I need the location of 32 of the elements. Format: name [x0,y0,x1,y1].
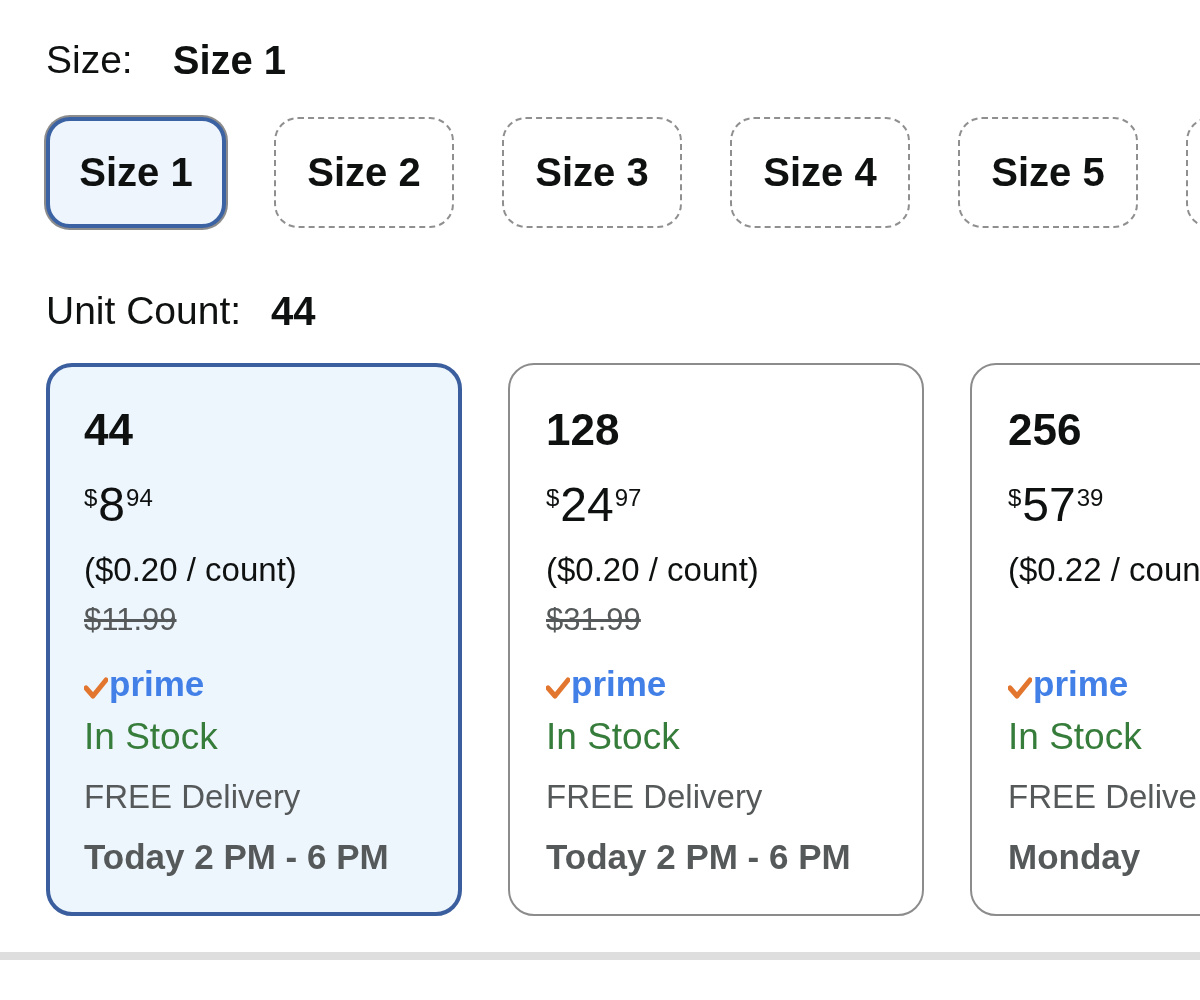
check-icon [1008,677,1032,699]
unit-count-title: 128 [546,404,620,456]
delivery-label: FREE Delivery [84,777,301,817]
selected-size-value: Size 1 [172,37,287,84]
stock-status: In Stock [546,715,680,759]
delivery-label: FREE Delive [1008,777,1197,817]
size-option-button[interactable]: Size 2 [274,117,454,228]
unit-price: ($0.20 / count) [546,550,759,590]
delivery-time: Today 2 PM - 6 PM [546,836,851,878]
size-option-button[interactable]: Size 1 [46,117,226,228]
unit-price: ($0.20 / count) [84,550,297,590]
size-label: Size: [46,37,133,83]
unit-price: ($0.22 / coun [1008,550,1200,590]
prime-label: prime [109,664,205,704]
size-option-button[interactable]: Size 3 [502,117,682,228]
check-icon [546,677,570,699]
delivery-time: Monday [1008,836,1141,878]
size-option-button[interactable]: Size 5 [958,117,1138,228]
check-icon [84,677,108,699]
unit-count-title: 44 [84,404,133,456]
stock-status: In Stock [1008,715,1142,759]
list-price: $11.99 [84,601,177,639]
list-price: $31.99 [546,601,641,639]
stock-status: In Stock [84,715,218,759]
unit-count-title: 256 [1008,404,1082,456]
delivery-label: FREE Delivery [546,777,763,817]
size-option-button[interactable]: Size 4 [730,117,910,228]
selected-unit-count-value: 44 [271,288,316,335]
delivery-time: Today 2 PM - 6 PM [84,836,389,878]
prime-label: prime [1033,664,1129,704]
prime-label: prime [571,664,667,704]
unit-count-label: Unit Count: [46,288,242,334]
